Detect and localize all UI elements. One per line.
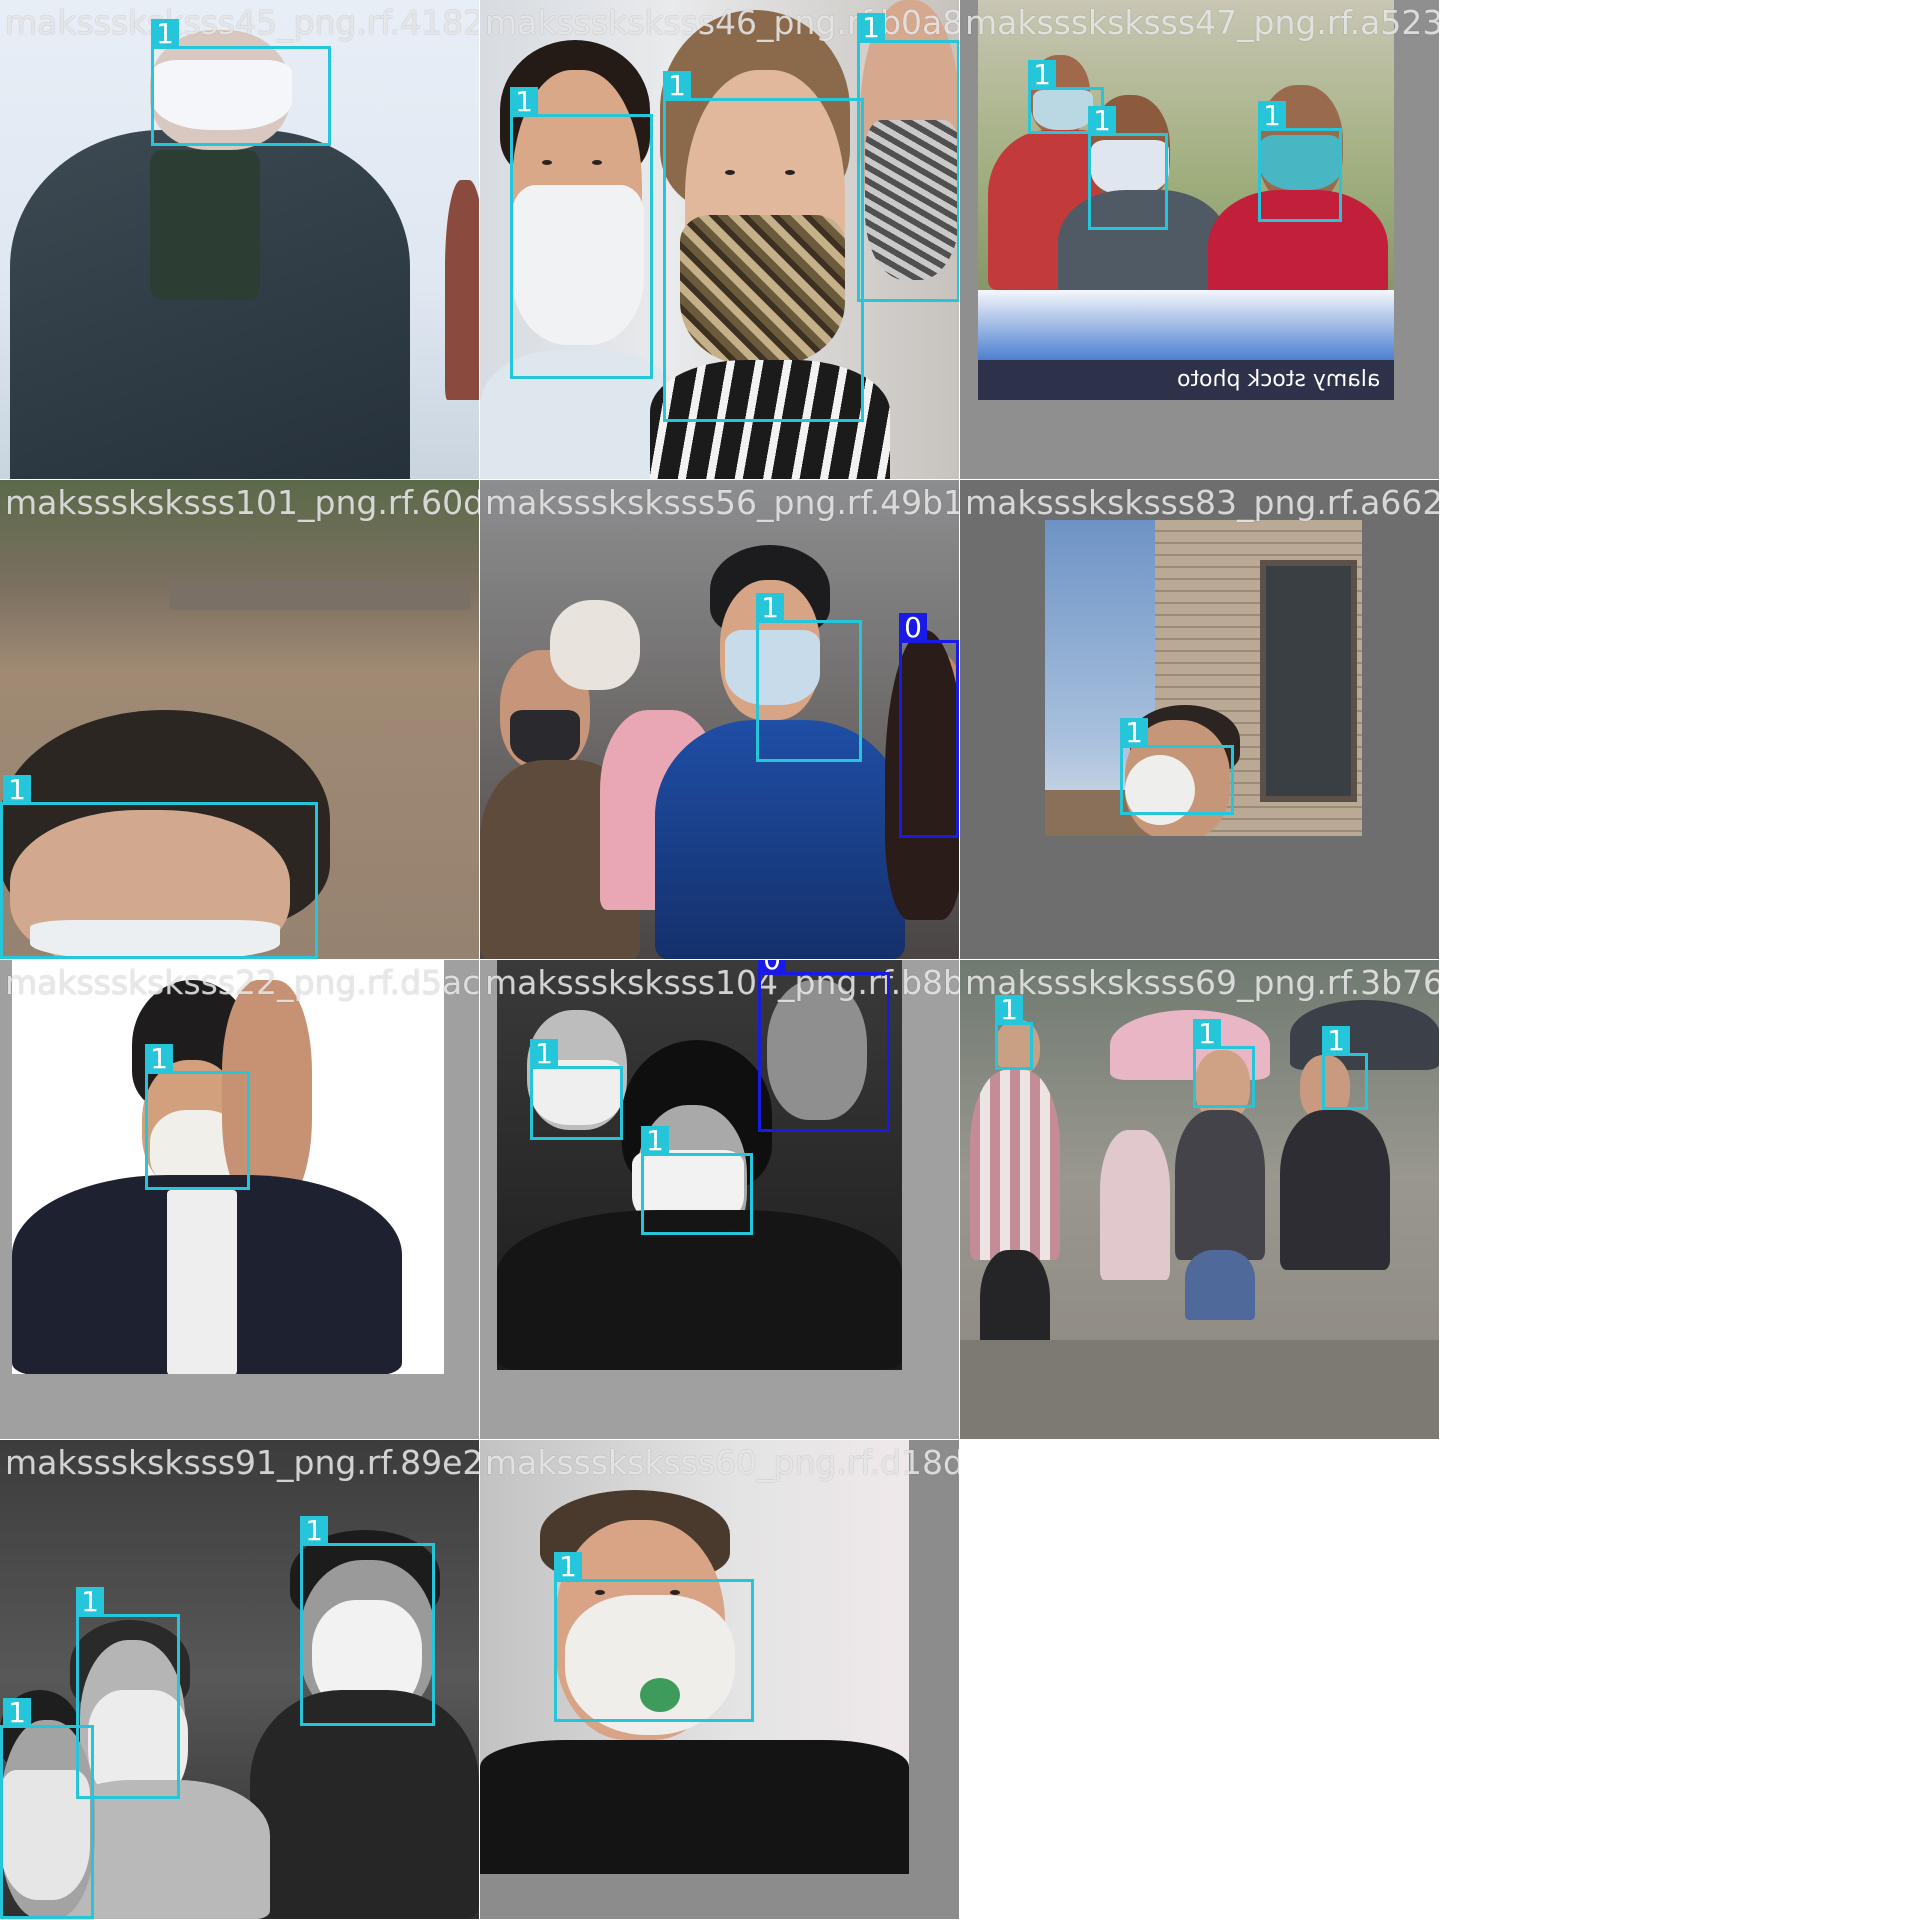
image-filename: maksssksksss83_png.rf.a6622a6c2e73b01372… <box>965 483 1439 522</box>
mosaic-tile: maksssksksss83_png.rf.a6622a6c2e73b01372… <box>960 480 1439 959</box>
class-label: 1 <box>530 1039 558 1069</box>
bounding-box: 1 <box>857 13 959 302</box>
class-label: 1 <box>663 71 691 101</box>
mosaic-tile: maksssksksss56_png.rf.49b1b5c2f241758 1 … <box>480 480 959 959</box>
class-label: 1 <box>1193 1019 1221 1049</box>
image-mosaic: maksssksksss45_png.rf.4182923614f7d3446 … <box>0 0 1920 1920</box>
mosaic-tile: maksssksksss60_png.rf.d18d4c57745c1b3198… <box>480 1440 959 1919</box>
class-label: 1 <box>1120 718 1148 748</box>
image-filename: maksssksksss47_png.rf.a523ea115f72e8b1fc <box>965 3 1439 42</box>
stock-photo-text: alamy stock photo <box>1176 367 1380 392</box>
image-filename: maksssksksss69_png.rf.3b762cbbcfdb4eb009 <box>965 963 1439 1002</box>
class-label: 1 <box>300 1516 328 1546</box>
image-filename: maksssksksss101_png.rf.60d05899022d5561 <box>5 483 479 522</box>
image-filename: maksssksksss46_png.rf.b0a8b2dd5c7c5e2b <box>485 3 959 42</box>
bounding-box: 1 <box>641 1126 753 1235</box>
mosaic-tile: maksssksksss91_png.rf.89e26d25fd0967037 … <box>0 1440 479 1919</box>
mosaic-tile: maksssksksss45_png.rf.4182923614f7d3446 … <box>0 0 479 479</box>
bounding-box: 1 <box>0 1698 94 1919</box>
mosaic-tile: maksssksksss101_png.rf.60d05899022d5561 … <box>0 480 479 959</box>
bounding-box: 1 <box>510 87 653 379</box>
mosaic-tile: alamy stock photo maksssksksss47_png.rf.… <box>960 0 1439 479</box>
class-label: 1 <box>1088 106 1116 136</box>
class-label: 1 <box>1028 60 1056 90</box>
class-label: 1 <box>995 995 1023 1025</box>
class-label: 1 <box>1322 1026 1350 1056</box>
bounding-box: 1 <box>151 19 331 146</box>
mosaic-tile: maksssksksss46_png.rf.b0a8b2dd5c7c5e2b 1… <box>480 0 959 479</box>
image-filename: maksssksksss91_png.rf.89e26d25fd0967037 <box>5 1443 479 1482</box>
class-label: 1 <box>3 1698 31 1728</box>
class-label: 1 <box>510 87 538 117</box>
class-label: 1 <box>756 593 784 623</box>
mosaic-tile: maksssksksss22_png.rf.d5ac2ae3100cb8804 … <box>0 960 479 1439</box>
class-label: 1 <box>145 1044 173 1074</box>
class-label: 0 <box>899 613 927 643</box>
bounding-box: 1 <box>1193 1019 1255 1108</box>
class-label: 1 <box>641 1126 669 1156</box>
banner <box>978 290 1394 360</box>
class-label: 1 <box>857 13 885 43</box>
class-label: 1 <box>76 1587 104 1617</box>
bounding-box: 1 <box>0 775 318 959</box>
bounding-box: 1 <box>530 1039 623 1140</box>
bounding-box: 1 <box>300 1516 435 1726</box>
person-figure <box>480 480 959 959</box>
bounding-box: 1 <box>1258 101 1342 222</box>
bounding-box: 1 <box>1322 1026 1368 1110</box>
image-filename: maksssksksss45_png.rf.4182923614f7d3446 <box>5 3 479 42</box>
class-label: 0 <box>758 960 786 975</box>
bounding-box: 1 <box>145 1044 250 1190</box>
class-label: 1 <box>151 19 179 49</box>
bounding-box: 1 <box>756 593 862 762</box>
bounding-box: 1 <box>1088 106 1168 230</box>
image-filename: maksssksksss56_png.rf.49b1b5c2f241758 <box>485 483 959 522</box>
image-filename: maksssksksss60_png.rf.d18d4c57745c1b3198 <box>485 1443 959 1482</box>
mosaic-tile: maksssksksss104_png.rf.b8b5f56ddc69579 1… <box>480 960 959 1439</box>
stock-photo-bar: alamy stock photo <box>978 360 1394 400</box>
bounding-box: 1 <box>663 71 864 422</box>
bounding-box: 1 <box>995 995 1033 1070</box>
class-label: 1 <box>554 1552 582 1582</box>
mosaic-tile: maksssksksss69_png.rf.3b762cbbcfdb4eb009… <box>960 960 1439 1439</box>
bounding-box: 0 <box>899 613 959 838</box>
bounding-box: 1 <box>554 1552 754 1722</box>
bounding-box: 0 <box>758 960 890 1132</box>
image-filename: maksssksksss22_png.rf.d5ac2ae3100cb8804 <box>5 963 479 1002</box>
bounding-box: 1 <box>1120 718 1234 815</box>
class-label: 1 <box>3 775 31 805</box>
class-label: 1 <box>1258 101 1286 131</box>
